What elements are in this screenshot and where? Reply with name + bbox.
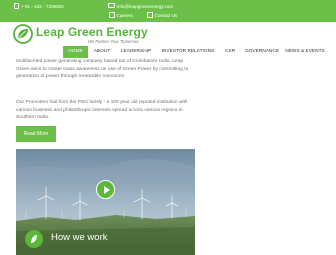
contact-icon bbox=[147, 12, 153, 18]
intro-paragraph: multifaceted power generating company ba… bbox=[16, 59, 189, 80]
top-contact-bar: + 91 - 422 - 7209500 info@leapgreenenerg… bbox=[0, 0, 336, 22]
how-we-work-title: How we work bbox=[51, 232, 108, 243]
phone-icon bbox=[14, 3, 19, 9]
contact-link[interactable]: Contact Us bbox=[147, 12, 177, 18]
play-icon[interactable] bbox=[96, 180, 115, 199]
nav-news-events[interactable]: NEWS & EVENTS bbox=[282, 46, 328, 58]
careers-link[interactable]: Careers bbox=[109, 12, 133, 18]
phone-number[interactable]: + 91 - 422 - 7209500 bbox=[14, 3, 64, 9]
mail-icon bbox=[108, 3, 115, 9]
careers-icon bbox=[109, 12, 115, 18]
nav-about[interactable]: ABOUT bbox=[90, 46, 114, 58]
nav-leadership[interactable]: LEADERSHIP bbox=[116, 46, 156, 58]
how-we-work-section: How we work bbox=[16, 228, 195, 252]
phone-text: + 91 - 422 - 7209500 bbox=[21, 4, 64, 9]
nav-governance[interactable]: GOVERNANCE bbox=[242, 46, 282, 58]
leaf-icon bbox=[31, 235, 37, 243]
logo-leaf-icon[interactable] bbox=[13, 24, 33, 44]
contact-text: Contact Us bbox=[154, 13, 178, 18]
main-nav: HOME ABOUT LEADERSHIP INVESTOR RELATIONS… bbox=[0, 46, 336, 58]
promoters-paragraph: Our Promoters hail from the PSG family -… bbox=[16, 100, 188, 121]
email-text: info@leapgreenenergy.com bbox=[117, 3, 174, 9]
nav-home[interactable]: HOME bbox=[63, 46, 88, 58]
read-more-button[interactable]: Read More bbox=[16, 126, 56, 142]
brand-tagline: We Partner Your Tomorrow bbox=[88, 39, 139, 44]
nav-investor-relations[interactable]: INVESTOR RELATIONS bbox=[157, 46, 219, 58]
careers-text: Careers bbox=[116, 13, 133, 18]
brand-name[interactable]: Leap Green Energy bbox=[36, 25, 148, 39]
site-header: Leap Green Energy We Partner Your Tomorr… bbox=[0, 22, 336, 46]
nav-csr[interactable]: CSR bbox=[220, 46, 240, 58]
email-link[interactable]: info@leapgreenenergy.com bbox=[108, 3, 173, 9]
